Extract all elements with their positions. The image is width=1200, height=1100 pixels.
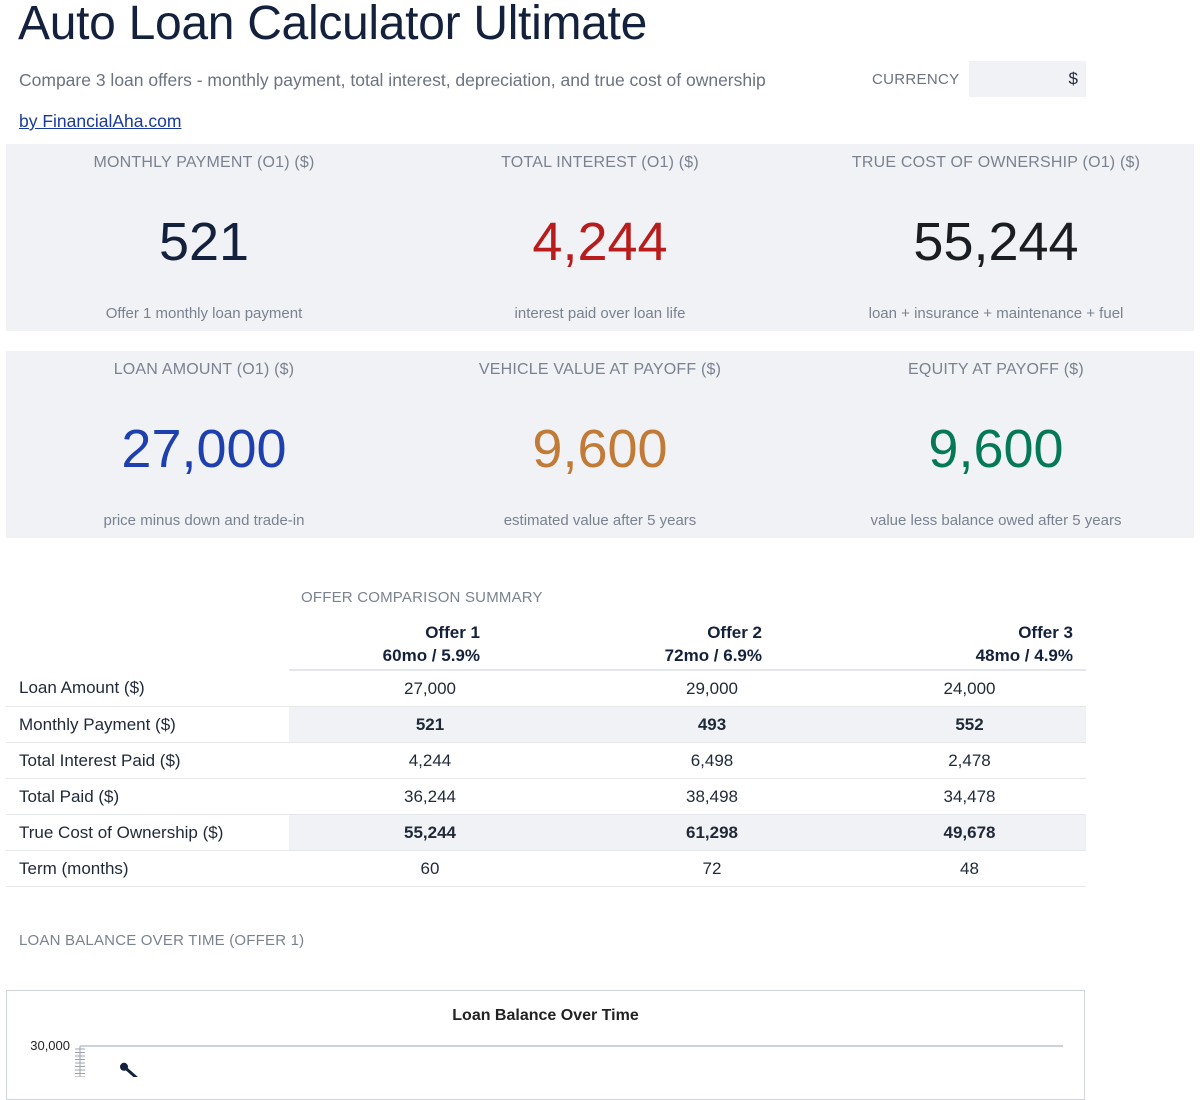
- header-empty-cell: [6, 617, 289, 670]
- balance-section-title: LOAN BALANCE OVER TIME (OFFER 1): [19, 932, 305, 949]
- offer-terms: 48mo / 4.9%: [975, 646, 1073, 665]
- kpi-label: LOAN AMOUNT (O1) ($): [113, 361, 295, 378]
- row-value: 552: [853, 706, 1086, 743]
- row-value: 55,244: [289, 814, 571, 851]
- kpi-note: price minus down and trade-in: [103, 512, 305, 529]
- kpi-value: 4,244: [532, 212, 668, 272]
- kpi-label: MONTHLY PAYMENT (O1) ($): [93, 154, 315, 171]
- kpi-panel-primary: MONTHLY PAYMENT (O1) ($) 521 Offer 1 mon…: [6, 144, 1194, 331]
- row-value: 61,298: [571, 814, 853, 851]
- offer-2-header: Offer 2 72mo / 6.9%: [571, 617, 853, 671]
- row-label: Total Paid ($): [6, 778, 289, 815]
- row-label: Loan Amount ($): [6, 670, 289, 707]
- row-value: 29,000: [571, 670, 853, 707]
- kpi-loan-amount: LOAN AMOUNT (O1) ($) 27,000 price minus …: [6, 351, 402, 538]
- row-value: 34,478: [853, 778, 1086, 815]
- row-value: 4,244: [289, 742, 571, 779]
- table-row: Total Paid ($) 36,244 38,498 34,478: [6, 778, 1086, 815]
- table-row: Monthly Payment ($) 521 493 552: [6, 706, 1086, 743]
- kpi-value: 521: [158, 212, 250, 272]
- kpi-value: 9,600: [532, 419, 668, 479]
- kpi-vehicle-value: VEHICLE VALUE AT PAYOFF ($) 9,600 estima…: [402, 351, 798, 538]
- row-value: 72: [571, 850, 853, 887]
- row-value: 60: [289, 850, 571, 887]
- currency-input[interactable]: [969, 61, 1086, 97]
- kpi-value: 27,000: [121, 419, 287, 479]
- offer-name: Offer 2: [707, 623, 762, 642]
- offer-name: Offer 1: [425, 623, 480, 642]
- kpi-note: loan + insurance + maintenance + fuel: [868, 305, 1124, 322]
- page-title: Auto Loan Calculator Ultimate: [18, 0, 647, 50]
- kpi-note: interest paid over loan life: [514, 305, 686, 322]
- kpi-total-interest: TOTAL INTEREST (O1) ($) 4,244 interest p…: [402, 144, 798, 331]
- kpi-value: 55,244: [913, 212, 1079, 272]
- kpi-note: Offer 1 monthly loan payment: [105, 305, 303, 322]
- table-row: Total Interest Paid ($) 4,244 6,498 2,47…: [6, 742, 1086, 779]
- row-value: 24,000: [853, 670, 1086, 707]
- byline-link[interactable]: by FinancialAha.com: [19, 111, 181, 132]
- kpi-note: estimated value after 5 years: [503, 512, 697, 529]
- kpi-label: VEHICLE VALUE AT PAYOFF ($): [478, 361, 722, 378]
- row-label: True Cost of Ownership ($): [6, 814, 289, 851]
- row-label: Monthly Payment ($): [6, 706, 289, 743]
- row-value: 36,244: [289, 778, 571, 815]
- row-label: Total Interest Paid ($): [6, 742, 289, 779]
- offer-3-header: Offer 3 48mo / 4.9%: [853, 617, 1086, 671]
- offer-name: Offer 3: [1018, 623, 1073, 642]
- row-value: 2,478: [853, 742, 1086, 779]
- offer-terms: 72mo / 6.9%: [664, 646, 762, 665]
- table-header-row: Offer 1 60mo / 5.9% Offer 2 72mo / 6.9% Of…: [6, 617, 1086, 671]
- kpi-value: 9,600: [928, 419, 1064, 479]
- kpi-equity: EQUITY AT PAYOFF ($) 9,600 value less ba…: [798, 351, 1194, 538]
- row-value: 6,498: [571, 742, 853, 779]
- currency-label: CURRENCY: [872, 71, 960, 88]
- row-value: 521: [289, 706, 571, 743]
- kpi-monthly-payment: MONTHLY PAYMENT (O1) ($) 521 Offer 1 mon…: [6, 144, 402, 331]
- offer-terms: 60mo / 5.9%: [382, 646, 480, 665]
- kpi-true-cost: TRUE COST OF OWNERSHIP (O1) ($) 55,244 l…: [798, 144, 1194, 331]
- kpi-label: TRUE COST OF OWNERSHIP (O1) ($): [851, 154, 1141, 171]
- page-subtitle: Compare 3 loan offers - monthly payment,…: [19, 70, 766, 90]
- loan-balance-chart: Loan Balance Over Time: [6, 990, 1085, 1100]
- row-value: 493: [571, 706, 853, 743]
- table-row: Term (months) 60 72 48: [6, 850, 1086, 887]
- row-value: 27,000: [289, 670, 571, 707]
- row-label: Term (months): [6, 850, 289, 887]
- row-value: 48: [853, 850, 1086, 887]
- row-value: 38,498: [571, 778, 853, 815]
- kpi-panel-secondary: LOAN AMOUNT (O1) ($) 27,000 price minus …: [6, 351, 1194, 538]
- table-row: Loan Amount ($) 27,000 29,000 24,000: [6, 670, 1086, 707]
- kpi-note: value less balance owed after 5 years: [870, 512, 1122, 529]
- chart-title: Loan Balance Over Time: [452, 1007, 639, 1024]
- comparison-table: Offer 1 60mo / 5.9% Offer 2 72mo / 6.9% Of…: [6, 617, 1086, 887]
- comparison-section-title: OFFER COMPARISON SUMMARY: [301, 589, 543, 606]
- row-value: 49,678: [853, 814, 1086, 851]
- table-row: True Cost of Ownership ($) 55,244 61,298…: [6, 814, 1086, 851]
- offer-1-header: Offer 1 60mo / 5.9%: [289, 617, 571, 671]
- kpi-label: TOTAL INTEREST (O1) ($): [501, 154, 699, 171]
- kpi-label: EQUITY AT PAYOFF ($): [908, 361, 1084, 378]
